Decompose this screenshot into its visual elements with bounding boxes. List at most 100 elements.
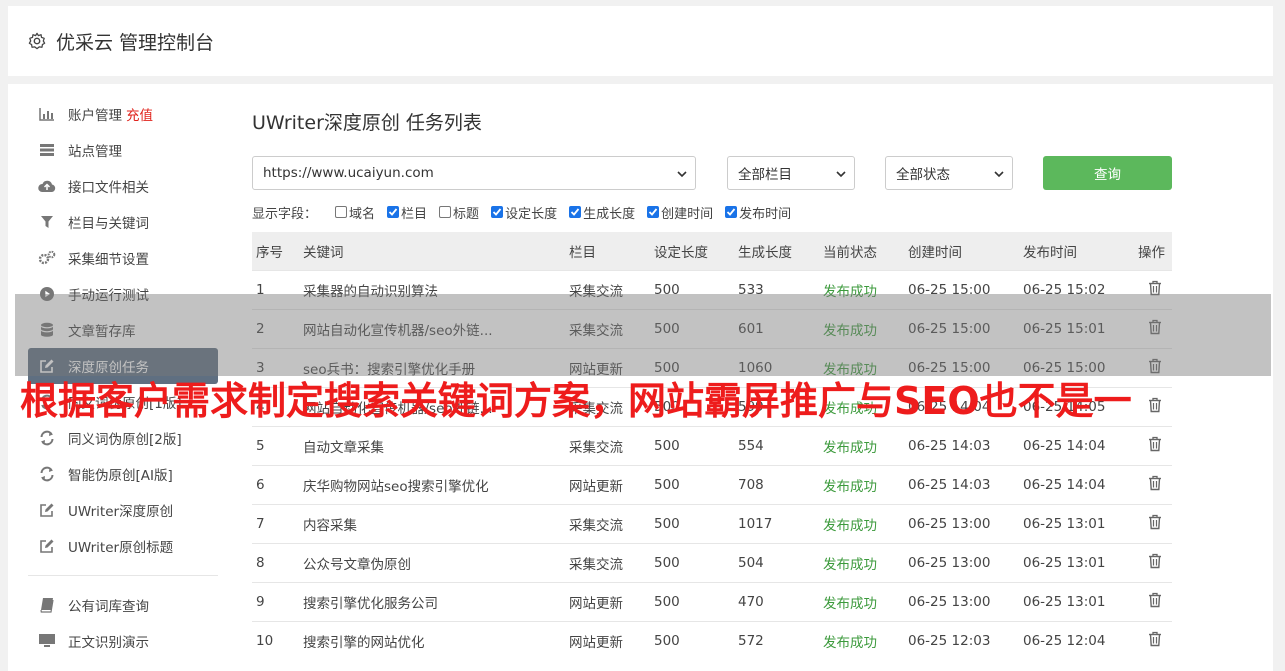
checkbox-unchecked-icon[interactable] — [439, 206, 452, 218]
table-row: 7 内容采集 采集交流 500 1017 发布成功 06-25 13:00 06-25 13:… — [252, 504, 1172, 543]
sidebar-item-label: UWriter深度原创 — [68, 504, 174, 520]
overlay-band — [15, 294, 1271, 376]
table-cell: 发布成功 — [823, 479, 877, 495]
trash-icon — [1148, 514, 1162, 534]
table-cell: 内容采集 — [303, 518, 357, 534]
column-header: 序号 — [256, 245, 283, 261]
delete-button[interactable] — [1138, 553, 1172, 573]
table-cell: 06-25 13:00 — [908, 594, 991, 610]
table-row: 10 搜索引擎的网站优化 网站更新 500 572 发布成功 06-25 12:03 06-2… — [252, 621, 1172, 660]
table-cell: 发布成功 — [823, 635, 877, 651]
table-cell: 572 — [738, 633, 764, 649]
server-icon — [38, 141, 56, 159]
sidebar-item[interactable]: 正文识别演示 — [28, 623, 218, 659]
table-cell: 708 — [738, 477, 764, 493]
sidebar-item-label: 账户管理 — [68, 108, 122, 124]
delete-button[interactable] — [1138, 436, 1172, 456]
sidebar-divider — [28, 575, 218, 576]
monitor-icon — [38, 632, 56, 650]
table-cell: 06-25 12:04 — [1023, 633, 1106, 649]
overlay-banner-text: 根据客户需求制定搜索关键词方案，网站霸屏推广与SEO也不是一 — [20, 379, 1132, 423]
table-cell: 庆华购物网站seo搜索引擎优化 — [303, 479, 489, 495]
checkbox-checked-icon[interactable] — [569, 206, 582, 218]
status-select[interactable]: 全部状态 — [885, 156, 1013, 190]
table-cell: 500 — [654, 555, 680, 571]
table-cell: 采集交流 — [569, 557, 623, 573]
table-cell: 发布成功 — [823, 518, 877, 534]
book-icon — [38, 596, 56, 614]
sidebar-item[interactable]: UWriter原创标题 — [28, 528, 218, 564]
column-header: 生成长度 — [738, 245, 792, 261]
sidebar-item[interactable]: 采集细节设置 — [28, 240, 218, 276]
table-cell: 06-25 14:04 — [1023, 477, 1106, 493]
trash-icon — [1148, 436, 1162, 456]
field-checkbox[interactable]: 发布时间 — [725, 203, 791, 222]
table-cell: 06-25 14:04 — [1023, 438, 1106, 454]
table-cell: 搜索引擎优化服务公司 — [303, 596, 438, 612]
table-cell: 7 — [256, 516, 265, 532]
table-cell: 470 — [738, 594, 764, 610]
table-cell: 06-25 13:01 — [1023, 516, 1106, 532]
table-cell: 06-25 14:03 — [908, 438, 991, 454]
cloud-upload-icon — [38, 177, 56, 195]
table-cell: 500 — [654, 633, 680, 649]
recharge-link[interactable]: 充值 — [126, 104, 153, 124]
column-header: 创建时间 — [908, 245, 962, 261]
query-button[interactable]: 查询 — [1043, 156, 1172, 190]
table-cell: 网站更新 — [569, 635, 623, 651]
table-header: 序号 关键词 栏目 设定长度 生成长度 当前状态 创建时间 发布时间 操作 — [252, 232, 1172, 270]
field-checkbox[interactable]: 生成长度 — [569, 203, 635, 222]
column-header: 设定长度 — [654, 245, 708, 261]
table-cell: 500 — [654, 477, 680, 493]
edit-icon — [38, 537, 56, 555]
table-cell: 发布成功 — [823, 440, 877, 456]
status-select-value: 全部状态 — [896, 167, 950, 183]
field-checkbox[interactable]: 创建时间 — [647, 203, 713, 222]
checkbox-checked-icon[interactable] — [491, 206, 504, 218]
checkbox-checked-icon[interactable] — [387, 206, 400, 218]
table-cell: 500 — [654, 594, 680, 610]
table-cell: 采集交流 — [569, 440, 623, 456]
sidebar-item[interactable]: 公有词库查询 — [28, 587, 218, 623]
field-checkbox-label: 域名 — [349, 206, 376, 222]
checkbox-checked-icon[interactable] — [647, 206, 660, 218]
sidebar-item[interactable]: 接口文件相关 — [28, 168, 218, 204]
delete-button[interactable] — [1138, 592, 1172, 612]
field-checkbox-label: 栏目 — [401, 206, 428, 222]
field-checkbox-label: 创建时间 — [661, 206, 714, 222]
delete-button[interactable] — [1138, 475, 1172, 495]
sidebar-item-label: 正文识别演示 — [68, 635, 149, 651]
field-checkbox[interactable]: 设定长度 — [491, 203, 557, 222]
table-cell: 网站更新 — [569, 479, 623, 495]
edit-icon — [38, 501, 56, 519]
table-cell: 06-25 13:00 — [908, 555, 991, 571]
checkbox-checked-icon[interactable] — [725, 206, 738, 218]
column-select-value: 全部栏目 — [738, 167, 792, 183]
bar-chart-icon — [38, 105, 56, 123]
checkbox-unchecked-icon[interactable] — [335, 206, 348, 218]
display-fields: 显示字段： 域名 栏目 标题 设定长度 生成长度 创建时间 发布时间 — [252, 202, 803, 222]
sidebar-item[interactable]: 账户管理 充值 — [28, 96, 218, 132]
table-cell: 网站更新 — [569, 596, 623, 612]
sidebar-item[interactable]: UWriter深度原创 — [28, 492, 218, 528]
refresh-icon — [38, 465, 56, 483]
delete-button[interactable] — [1138, 514, 1172, 534]
field-checkbox[interactable]: 域名 — [335, 203, 375, 222]
field-checkbox[interactable]: 标题 — [439, 203, 479, 222]
sidebar-item[interactable]: 智能伪原创[AI版] — [28, 456, 218, 492]
field-checkbox[interactable]: 栏目 — [387, 203, 427, 222]
sidebar-item-label: 智能伪原创[AI版] — [68, 468, 173, 484]
filter-icon — [38, 213, 56, 231]
site-select[interactable]: https://www.ucaiyun.com — [252, 156, 696, 190]
delete-button[interactable] — [1138, 631, 1172, 651]
table-cell: 8 — [256, 555, 265, 571]
sidebar-item[interactable]: 栏目与关键词 — [28, 204, 218, 240]
column-select[interactable]: 全部栏目 — [727, 156, 855, 190]
trash-icon — [1148, 475, 1162, 495]
table-cell: 06-25 13:01 — [1023, 594, 1106, 610]
sidebar-item-label: 公有词库查询 — [68, 599, 149, 615]
trash-icon — [1148, 592, 1162, 612]
sidebar-item[interactable]: 站点管理 — [28, 132, 218, 168]
sidebar-item-label: 接口文件相关 — [68, 180, 149, 196]
delete-button[interactable] — [1138, 397, 1172, 417]
